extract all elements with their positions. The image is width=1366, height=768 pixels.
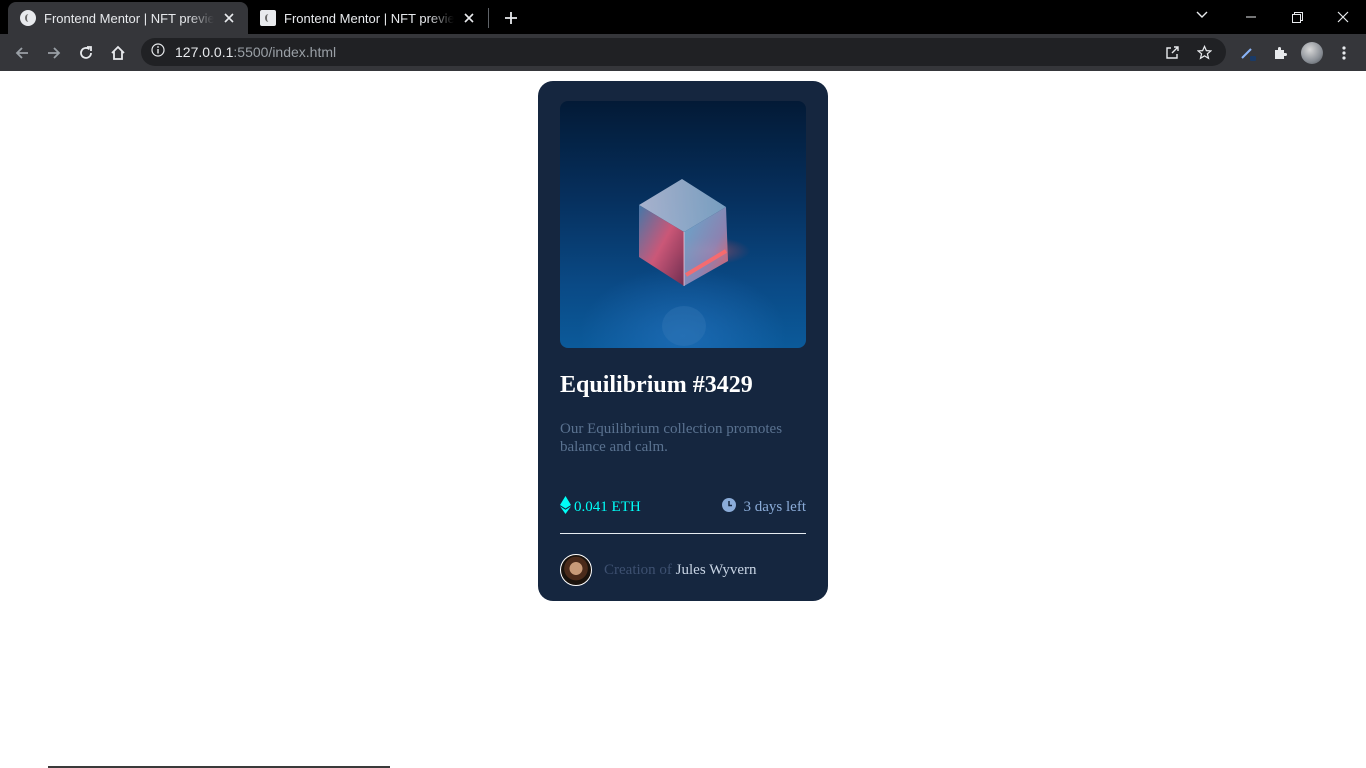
forward-arrow-icon[interactable] [38, 37, 70, 69]
url-text[interactable]: 127.0.0.1:5500/index.html [175, 44, 336, 60]
time-remaining: 3 days left [721, 497, 806, 517]
creator-attribution: Creation of Jules Wyvern [604, 562, 757, 579]
minimize-icon[interactable] [1228, 0, 1274, 34]
price-value: 0.041 ETH [574, 498, 641, 515]
site-info-icon[interactable] [151, 42, 165, 62]
close-window-icon[interactable] [1320, 0, 1366, 34]
tab-close-icon[interactable] [220, 9, 238, 27]
kebab-menu-icon[interactable] [1328, 37, 1360, 69]
nft-description: Our Equilibrium collection promotes bala… [560, 421, 783, 455]
favicon-icon [20, 10, 36, 26]
creator-prefix: Creation of [604, 561, 672, 578]
window-controls [1228, 0, 1366, 34]
extensions-area [1232, 34, 1360, 71]
nft-cube-image[interactable] [560, 101, 806, 348]
browser-tab-strip: Frontend Mentor | NFT preview card compo… [0, 0, 1366, 34]
time-left-text: 3 days left [743, 498, 806, 515]
card-divider [560, 533, 806, 534]
puzzle-extensions-icon[interactable] [1264, 37, 1296, 69]
back-arrow-icon[interactable] [6, 37, 38, 69]
clock-icon [721, 497, 736, 517]
profile-avatar[interactable] [1296, 37, 1328, 69]
address-bar[interactable]: 127.0.0.1:5500/index.html [141, 38, 1226, 66]
browser-tab-active[interactable]: Frontend Mentor | NFT preview card compo… [8, 2, 248, 34]
home-icon[interactable] [102, 37, 134, 69]
creator-name-link[interactable]: Jules Wyvern [676, 562, 757, 578]
nft-title[interactable]: Equilibrium #3429 [560, 370, 806, 400]
nft-stats: 0.041 ETH 3 days left [560, 495, 806, 519]
favicon-icon [260, 10, 276, 26]
reload-icon[interactable] [70, 37, 102, 69]
ethereum-icon [560, 495, 571, 519]
nft-card: Equilibrium #3429 Our Equilibrium collec… [538, 81, 828, 601]
new-tab-icon[interactable] [497, 4, 525, 32]
tab-close-icon[interactable] [460, 9, 478, 27]
bookmark-star-icon[interactable] [1188, 38, 1220, 66]
omnibox-actions [1156, 38, 1220, 66]
web-page: Equilibrium #3429 Our Equilibrium collec… [0, 71, 1366, 768]
creator-info: Creation of Jules Wyvern [560, 554, 806, 586]
tab-search-chevron-down-icon[interactable] [1188, 0, 1216, 30]
tab-separator [488, 8, 489, 28]
browser-tab[interactable]: Frontend Mentor | NFT preview card compo… [248, 2, 488, 34]
tab-title: Frontend Mentor | NFT preview card compo… [44, 10, 214, 26]
browser-toolbar: 127.0.0.1:5500/index.html [0, 34, 1366, 71]
tab-title: Frontend Mentor | NFT preview card compo… [284, 10, 454, 26]
creator-avatar [560, 554, 592, 586]
extension-pen-icon[interactable] [1232, 37, 1264, 69]
price: 0.041 ETH [560, 495, 641, 519]
share-icon[interactable] [1156, 38, 1188, 66]
restore-icon[interactable] [1274, 0, 1320, 34]
